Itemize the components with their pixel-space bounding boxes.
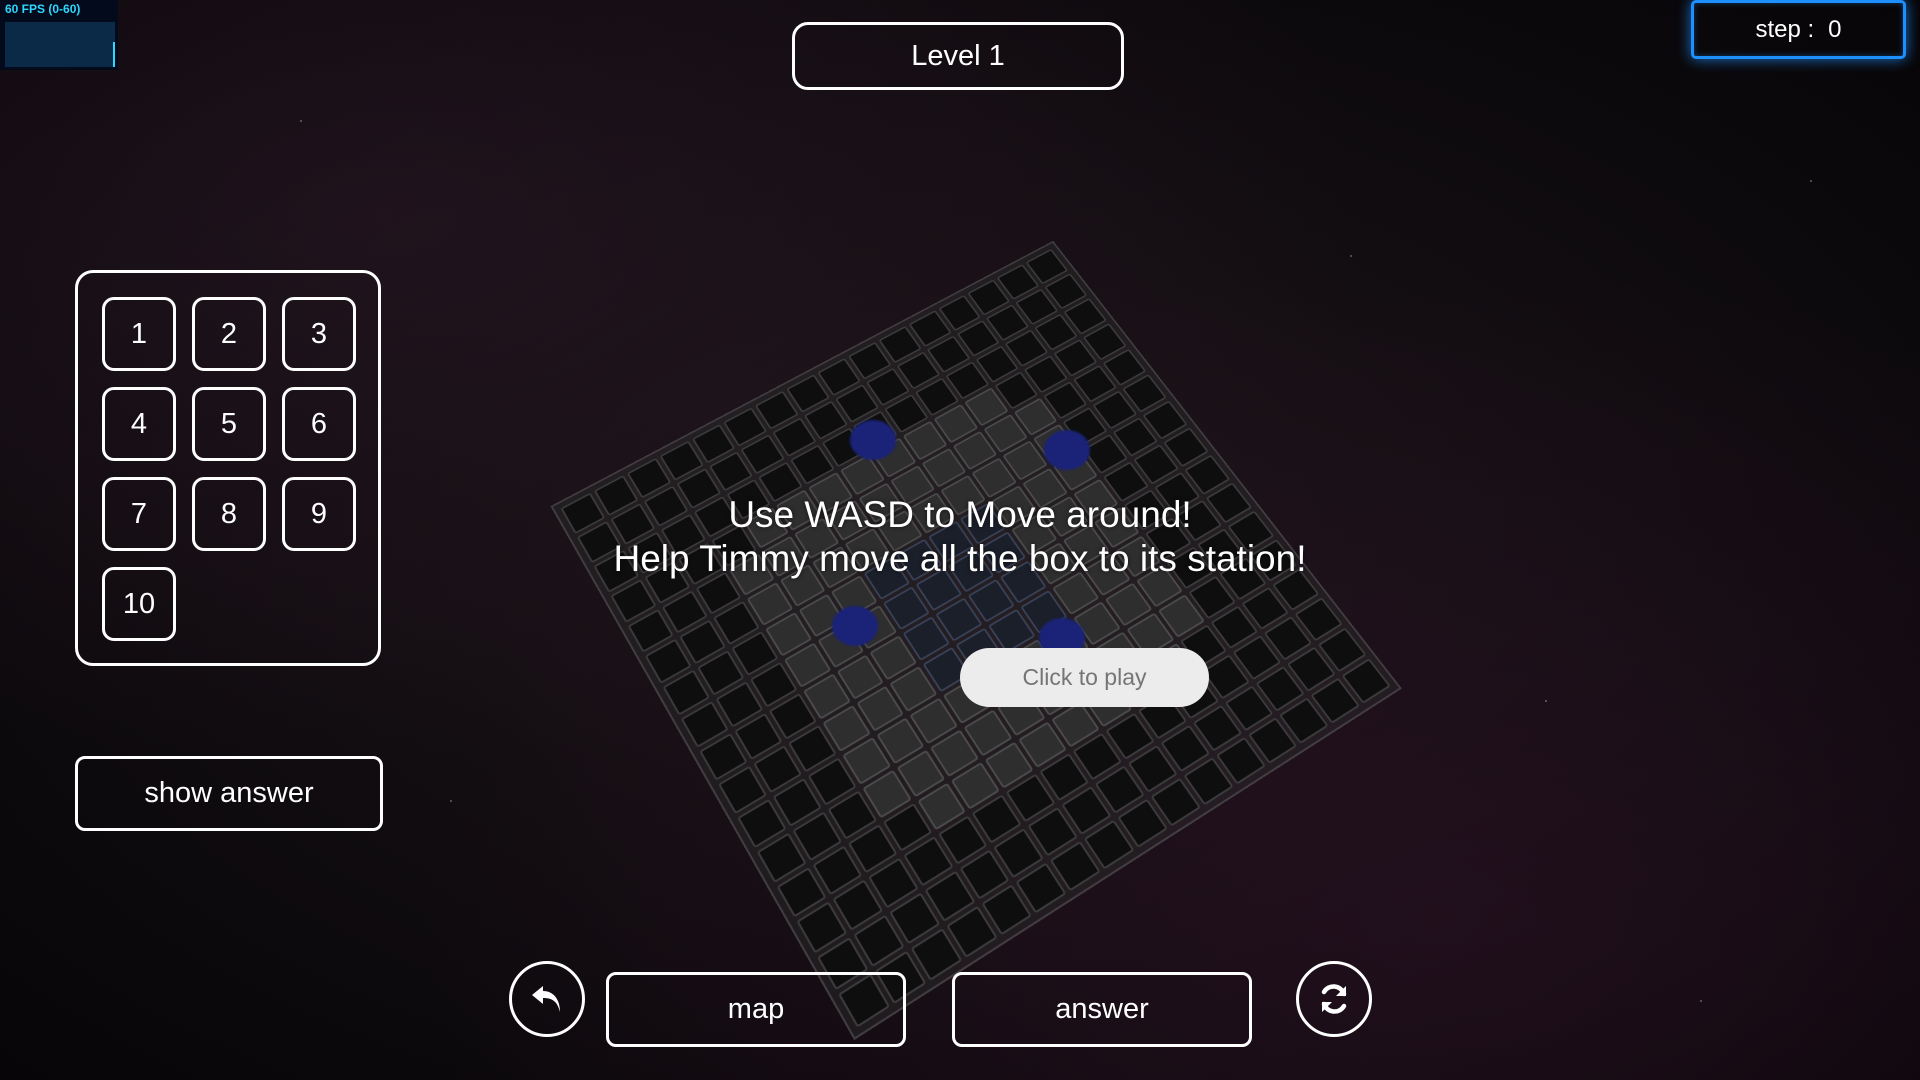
level-button-9[interactable]: 9 bbox=[282, 477, 356, 551]
level-button-6[interactable]: 6 bbox=[282, 387, 356, 461]
refresh-icon bbox=[1321, 984, 1347, 1014]
level-button-7[interactable]: 7 bbox=[102, 477, 176, 551]
level-button-3[interactable]: 3 bbox=[282, 297, 356, 371]
level-button-4[interactable]: 4 bbox=[102, 387, 176, 461]
star bbox=[1350, 255, 1352, 257]
goal-station-marker bbox=[850, 420, 896, 460]
game-board[interactable] bbox=[550, 240, 1402, 1041]
level-title: Level 1 bbox=[792, 22, 1124, 90]
goal-station-marker bbox=[1044, 430, 1090, 470]
game-stage: 60 FPS (0-60) Level 1 step : 0 1 2 3 4 5… bbox=[0, 0, 1920, 1080]
step-counter: step : 0 bbox=[1691, 0, 1906, 59]
level-button-1[interactable]: 1 bbox=[102, 297, 176, 371]
map-button[interactable]: map bbox=[606, 972, 906, 1047]
level-button-10[interactable]: 10 bbox=[102, 567, 176, 641]
level-picker: 1 2 3 4 5 6 7 8 9 10 bbox=[75, 270, 381, 666]
step-label: step : bbox=[1755, 15, 1815, 43]
star bbox=[1545, 700, 1547, 702]
star bbox=[1810, 180, 1812, 182]
fps-meter: 60 FPS (0-60) bbox=[0, 0, 118, 70]
goal-station-marker bbox=[832, 606, 878, 646]
instructions-line-1: Use WASD to Move around! bbox=[728, 494, 1192, 535]
reset-button[interactable] bbox=[1296, 961, 1372, 1037]
fps-label: 60 FPS (0-60) bbox=[5, 2, 81, 16]
instructions-line-2: Help Timmy move all the box to its stati… bbox=[613, 538, 1307, 579]
undo-button[interactable] bbox=[509, 961, 585, 1037]
step-value: 0 bbox=[1828, 15, 1842, 43]
instructions-overlay: Use WASD to Move around! Help Timmy move… bbox=[560, 493, 1360, 581]
star bbox=[1700, 1000, 1702, 1002]
level-button-2[interactable]: 2 bbox=[192, 297, 266, 371]
answer-button[interactable]: answer bbox=[952, 972, 1252, 1047]
game-board-area bbox=[550, 240, 1402, 1041]
fps-graph bbox=[5, 22, 115, 67]
level-title-text: Level 1 bbox=[911, 39, 1005, 72]
star bbox=[300, 120, 302, 122]
click-to-play-button[interactable]: Click to play bbox=[960, 648, 1209, 707]
star bbox=[450, 800, 452, 802]
undo-arrow-icon bbox=[532, 986, 560, 1012]
level-button-8[interactable]: 8 bbox=[192, 477, 266, 551]
show-answer-button[interactable]: show answer bbox=[75, 756, 383, 831]
fps-bar bbox=[113, 42, 115, 67]
level-button-5[interactable]: 5 bbox=[192, 387, 266, 461]
